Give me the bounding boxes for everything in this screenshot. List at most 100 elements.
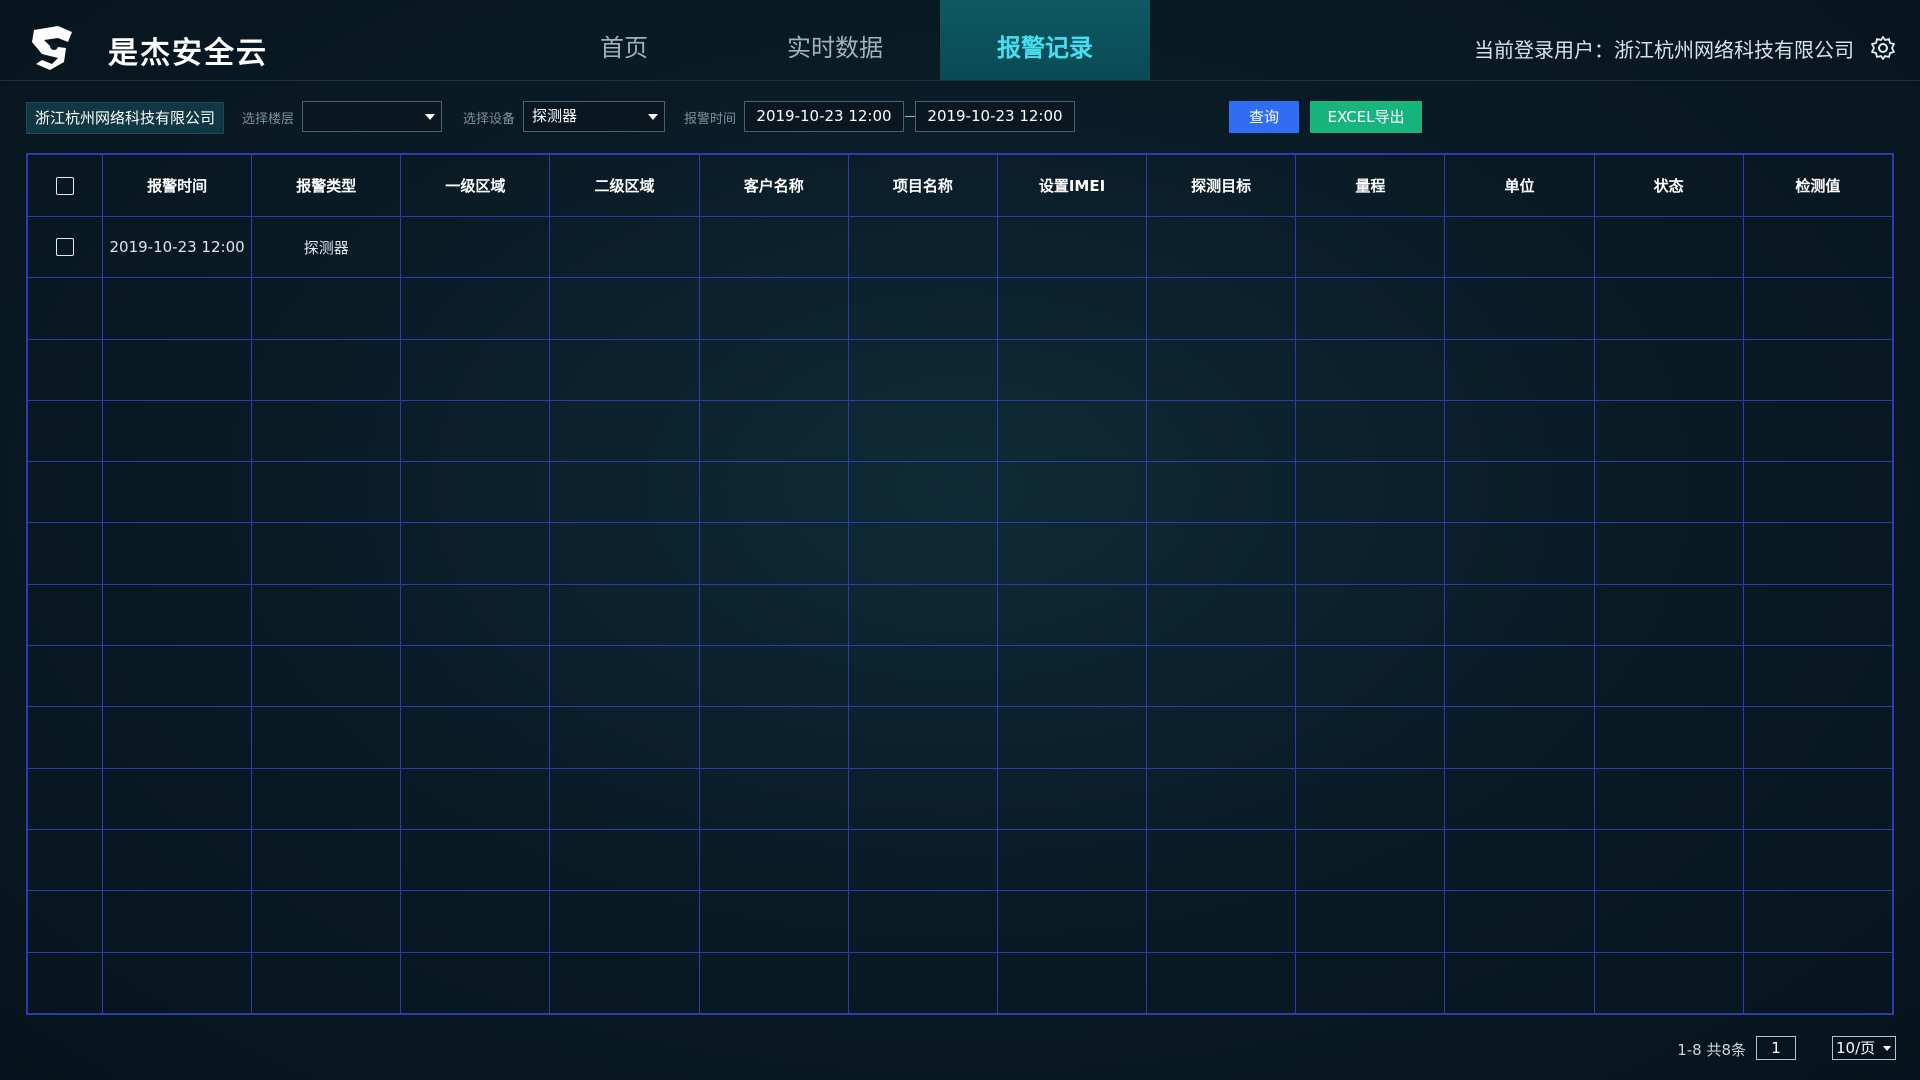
column-header[interactable]: 客户名称 xyxy=(698,154,849,217)
empty-cell xyxy=(996,828,1148,892)
table-header-row: 报警时间 报警类型 一级区域 二级区域 客户名称 项目名称 设置IMEI 探测目… xyxy=(27,154,1894,217)
empty-cell xyxy=(549,767,700,830)
empty-cell xyxy=(847,706,998,769)
column-header[interactable]: 探测目标 xyxy=(1146,154,1297,217)
empty-cell xyxy=(27,890,103,953)
empty-cell xyxy=(1444,706,1595,769)
column-header[interactable]: 报警类型 xyxy=(251,154,402,217)
empty-cell xyxy=(1295,583,1446,647)
table-row[interactable]: 2019-10-23 12:00 探测器 xyxy=(27,215,1894,279)
empty-cell xyxy=(1593,951,1744,1015)
query-button[interactable]: 查询 xyxy=(1229,101,1299,133)
empty-cell xyxy=(1146,767,1297,830)
empty-cell xyxy=(1742,522,1894,585)
empty-cell xyxy=(101,706,253,769)
gear-icon[interactable] xyxy=(1870,35,1896,61)
empty-cell xyxy=(27,645,103,708)
empty-cell xyxy=(996,522,1148,585)
empty-cell xyxy=(101,338,253,401)
empty-cell xyxy=(27,399,103,463)
empty-cell xyxy=(1444,828,1595,892)
column-header[interactable]: 设置IMEI xyxy=(996,154,1148,217)
empty-cell xyxy=(1295,890,1446,953)
row-checkbox[interactable] xyxy=(56,238,74,257)
column-header[interactable]: 二级区域 xyxy=(549,154,700,217)
floor-select[interactable] xyxy=(302,101,442,132)
empty-cell xyxy=(251,277,402,340)
empty-cell xyxy=(27,706,103,769)
empty-cell xyxy=(1146,399,1297,463)
column-header[interactable]: 项目名称 xyxy=(847,154,998,217)
empty-cell xyxy=(1742,338,1894,401)
empty-cell xyxy=(847,767,998,830)
empty-cell xyxy=(251,890,402,953)
empty-cell xyxy=(698,277,849,340)
empty-cell xyxy=(1444,890,1595,953)
empty-cell xyxy=(698,338,849,401)
start-time-input[interactable]: 2019-10-23 12:00 xyxy=(744,101,904,132)
empty-cell xyxy=(27,951,103,1015)
empty-cell xyxy=(1146,461,1297,524)
device-select[interactable]: 探测器 xyxy=(523,101,665,132)
table-cell xyxy=(996,215,1148,279)
empty-cell xyxy=(101,767,253,830)
column-header[interactable]: 检测值 xyxy=(1742,154,1894,217)
column-header[interactable]: 状态 xyxy=(1593,154,1744,217)
empty-cell xyxy=(27,338,103,401)
empty-cell xyxy=(27,583,103,647)
empty-cell xyxy=(251,645,402,708)
empty-cell xyxy=(1295,767,1446,830)
empty-cell xyxy=(1444,645,1595,708)
empty-cell xyxy=(1295,645,1446,708)
column-header[interactable]: 报警时间 xyxy=(101,154,253,217)
current-user-label: 当前登录用户：浙江杭州网络科技有限公司 xyxy=(1474,38,1854,62)
empty-cell xyxy=(549,706,700,769)
empty-cell xyxy=(847,522,998,585)
shield-logo-icon xyxy=(32,26,72,70)
app-title: 是杰安全云 xyxy=(108,36,268,71)
column-header[interactable]: 量程 xyxy=(1295,154,1446,217)
empty-cell xyxy=(698,828,849,892)
table-cell xyxy=(698,215,849,279)
table-row xyxy=(27,522,1894,585)
empty-cell xyxy=(847,645,998,708)
empty-cell xyxy=(1742,951,1894,1015)
page-number-input[interactable]: 1 xyxy=(1756,1036,1796,1060)
empty-cell xyxy=(1295,461,1446,524)
end-time-input[interactable]: 2019-10-23 12:00 xyxy=(915,101,1075,132)
empty-cell xyxy=(400,522,551,585)
empty-cell xyxy=(996,461,1148,524)
tab-home[interactable]: 首页 xyxy=(519,0,729,80)
table-row xyxy=(27,951,1894,1015)
excel-export-button[interactable]: EXCEL导出 xyxy=(1310,101,1422,133)
empty-cell xyxy=(698,583,849,647)
tab-alarm-records[interactable]: 报警记录 xyxy=(940,0,1150,80)
tab-realtime-data[interactable]: 实时数据 xyxy=(730,0,940,80)
empty-cell xyxy=(101,951,253,1015)
select-all-cell xyxy=(27,154,103,217)
empty-cell xyxy=(1295,277,1446,340)
empty-cell xyxy=(996,645,1148,708)
empty-cell xyxy=(1444,522,1595,585)
empty-cell xyxy=(1295,706,1446,769)
table-row xyxy=(27,338,1894,401)
table-cell xyxy=(1295,215,1446,279)
empty-cell xyxy=(1146,645,1297,708)
page-size-value: 10/页 xyxy=(1836,1039,1876,1057)
table-row xyxy=(27,890,1894,953)
empty-cell xyxy=(1444,461,1595,524)
empty-cell xyxy=(1742,828,1894,892)
page-size-select[interactable]: 10/页 xyxy=(1832,1036,1896,1060)
empty-cell xyxy=(400,951,551,1015)
company-selector[interactable]: 浙江杭州网络科技有限公司 xyxy=(26,102,225,134)
empty-cell xyxy=(1593,461,1744,524)
column-header[interactable]: 一级区域 xyxy=(400,154,551,217)
empty-cell xyxy=(549,645,700,708)
empty-cell xyxy=(251,828,402,892)
column-header[interactable]: 单位 xyxy=(1444,154,1595,217)
empty-cell xyxy=(996,767,1148,830)
empty-cell xyxy=(549,890,700,953)
empty-cell xyxy=(251,522,402,585)
select-all-checkbox[interactable] xyxy=(56,176,74,195)
empty-cell xyxy=(101,277,253,340)
